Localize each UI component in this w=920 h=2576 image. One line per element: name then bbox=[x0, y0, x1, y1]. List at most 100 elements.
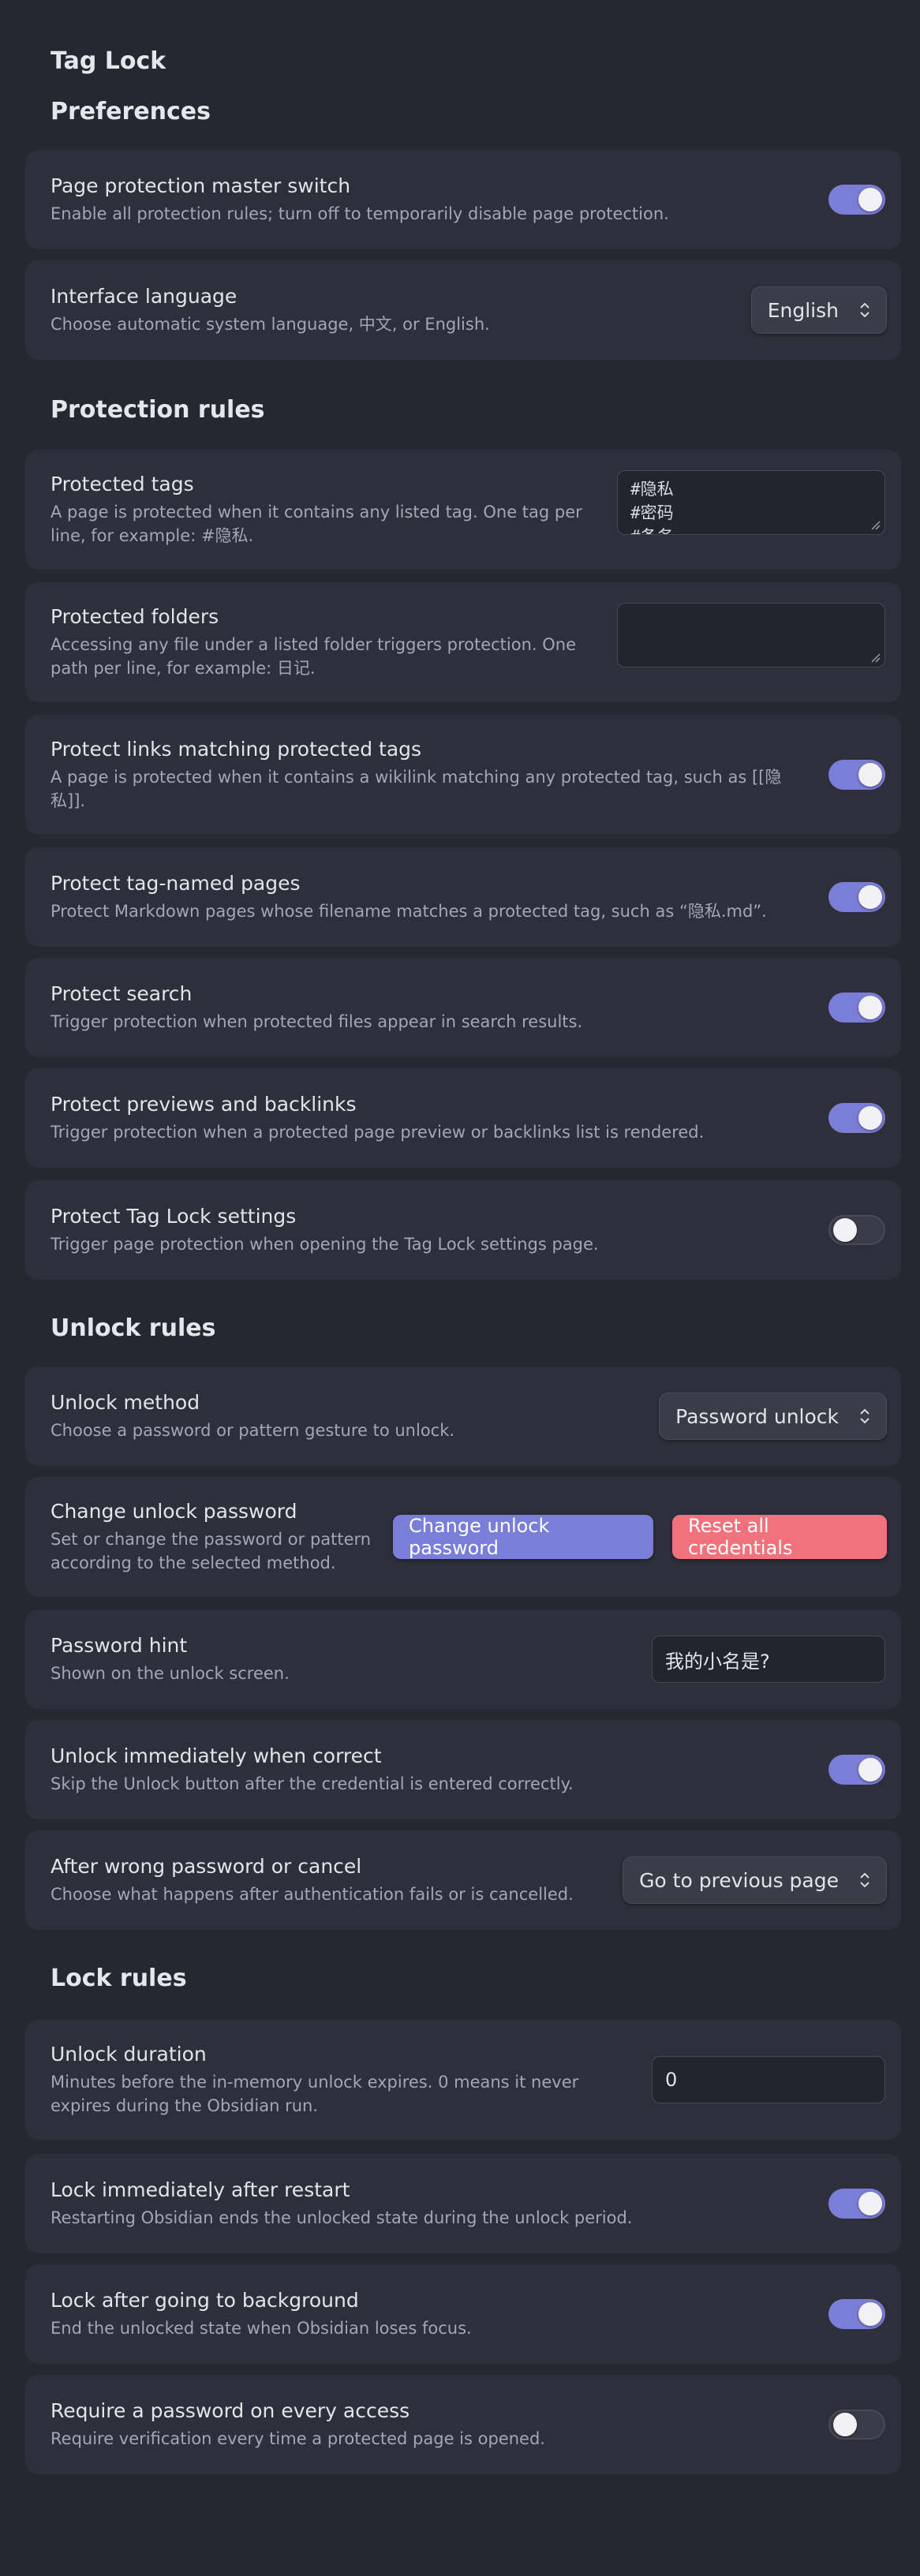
setting-description: Protect Markdown pages whose filename ma… bbox=[50, 902, 767, 921]
setting-password-hint: Password hint Shown on the unlock screen… bbox=[25, 1610, 901, 1709]
toggle-knob bbox=[833, 2413, 857, 2436]
setting-change-password: Change unlock password Set or change the… bbox=[25, 1477, 901, 1597]
section-title-lock: Lock rules bbox=[50, 1965, 187, 1992]
setting-name: Protect links matching protected tags bbox=[50, 738, 422, 761]
language-select[interactable]: English bbox=[750, 286, 887, 334]
section-title-protection: Protection rules bbox=[50, 396, 265, 424]
setting-master-switch: Page protection master switch Enable all… bbox=[25, 150, 901, 249]
setting-description: Restarting Obsidian ends the unlocked st… bbox=[50, 2208, 633, 2227]
setting-protected-folders: Protected folders Accessing any file und… bbox=[25, 582, 901, 702]
toggle-knob bbox=[858, 763, 882, 787]
resize-handle-icon[interactable] bbox=[867, 517, 881, 531]
toggle-knob bbox=[858, 996, 882, 1019]
setting-description: Choose what happens after authentication… bbox=[50, 1885, 574, 1904]
setting-description: Set or change the password or pattern ac… bbox=[50, 1530, 372, 1572]
setting-name: Protect previews and backlinks bbox=[50, 1093, 357, 1116]
setting-after-wrong-password: After wrong password or cancel Choose wh… bbox=[25, 1830, 901, 1930]
setting-description: Choose automatic system language, 中文, or… bbox=[50, 315, 490, 334]
chevron-up-down-icon bbox=[860, 1408, 870, 1424]
setting-description: A page is protected when it contains a w… bbox=[50, 768, 782, 810]
toggle-knob bbox=[858, 2302, 882, 2326]
section-title-unlock: Unlock rules bbox=[50, 1314, 216, 1342]
protect-tag-named-toggle[interactable] bbox=[828, 882, 885, 912]
setting-description: Trigger page protection when opening the… bbox=[50, 1235, 599, 1254]
setting-protect-tag-named-pages: Protect tag-named pages Protect Markdown… bbox=[25, 847, 901, 947]
unlock-method-select[interactable]: Password unlock bbox=[659, 1393, 887, 1440]
protected-folders-textarea[interactable] bbox=[617, 603, 885, 667]
setting-description: Minutes before the in-memory unlock expi… bbox=[50, 2073, 579, 2115]
resize-handle-icon[interactable] bbox=[867, 649, 881, 664]
setting-protect-previews: Protect previews and backlinks Trigger p… bbox=[25, 1068, 901, 1168]
setting-name: Require a password on every access bbox=[50, 2399, 410, 2422]
chevron-up-down-icon bbox=[860, 302, 870, 318]
toggle-knob bbox=[858, 1758, 882, 1782]
setting-interface-language: Interface language Choose automatic syst… bbox=[25, 260, 901, 360]
setting-description: Shown on the unlock screen. bbox=[50, 1664, 290, 1683]
select-value: Password unlock bbox=[675, 1404, 839, 1428]
setting-protect-links: Protect links matching protected tags A … bbox=[25, 715, 901, 835]
setting-description: Trigger protection when a protected page… bbox=[50, 1123, 705, 1142]
setting-name: Unlock duration bbox=[50, 2043, 207, 2066]
toggle-knob bbox=[858, 885, 882, 909]
setting-unlock-duration: Unlock duration Minutes before the in-me… bbox=[25, 2020, 901, 2140]
setting-name: Interface language bbox=[50, 285, 237, 308]
setting-description: A page is protected when it contains any… bbox=[50, 503, 582, 545]
change-password-button[interactable]: Change unlock password bbox=[393, 1515, 653, 1559]
setting-description: Choose a password or pattern gesture to … bbox=[50, 1421, 455, 1440]
chevron-up-down-icon bbox=[860, 1872, 870, 1888]
protect-previews-toggle[interactable] bbox=[828, 1103, 885, 1133]
after-wrong-select[interactable]: Go to previous page bbox=[623, 1856, 887, 1904]
setting-description: Require verification every time a protec… bbox=[50, 2429, 545, 2448]
setting-description: Trigger protection when protected files … bbox=[50, 1012, 583, 1031]
setting-name: Protected tags bbox=[50, 473, 194, 495]
lock-restart-toggle[interactable] bbox=[828, 2189, 885, 2219]
input-value: 0 bbox=[665, 2069, 678, 2091]
setting-name: Protect Tag Lock settings bbox=[50, 1205, 297, 1228]
toggle-knob bbox=[833, 1218, 857, 1242]
toggle-knob bbox=[858, 1106, 882, 1130]
master-switch-toggle[interactable] bbox=[828, 185, 885, 215]
unlock-immediately-toggle[interactable] bbox=[828, 1755, 885, 1785]
setting-require-every-access: Require a password on every access Requi… bbox=[25, 2375, 901, 2474]
protect-links-toggle[interactable] bbox=[828, 760, 885, 790]
setting-name: Change unlock password bbox=[50, 1500, 297, 1523]
setting-name: Lock immediately after restart bbox=[50, 2178, 350, 2201]
select-value: English bbox=[767, 298, 839, 322]
setting-name: Page protection master switch bbox=[50, 174, 351, 197]
require-every-access-toggle[interactable] bbox=[828, 2410, 885, 2440]
setting-unlock-method: Unlock method Choose a password or patte… bbox=[25, 1367, 901, 1466]
setting-description: Skip the Unlock button after the credent… bbox=[50, 1774, 574, 1793]
setting-protected-tags: Protected tags A page is protected when … bbox=[25, 450, 901, 570]
setting-name: Password hint bbox=[50, 1634, 188, 1657]
plugin-title: Tag Lock bbox=[50, 47, 166, 75]
unlock-duration-input[interactable]: 0 bbox=[652, 2056, 885, 2103]
lock-background-toggle[interactable] bbox=[828, 2299, 885, 2329]
setting-description: Enable all protection rules; turn off to… bbox=[50, 204, 669, 223]
protect-settings-toggle[interactable] bbox=[828, 1215, 885, 1245]
textarea-line: #备务 bbox=[630, 525, 872, 534]
setting-name: After wrong password or cancel bbox=[50, 1855, 362, 1878]
reset-credentials-button[interactable]: Reset all credentials bbox=[672, 1515, 887, 1559]
password-hint-input[interactable]: 我的小名是? bbox=[652, 1636, 885, 1683]
setting-name: Lock after going to background bbox=[50, 2289, 359, 2312]
section-title-preferences: Preferences bbox=[50, 98, 211, 125]
toggle-knob bbox=[858, 2192, 882, 2215]
setting-protect-tag-lock-settings: Protect Tag Lock settings Trigger page p… bbox=[25, 1180, 901, 1280]
setting-name: Protect search bbox=[50, 982, 193, 1005]
protected-tags-textarea[interactable]: #隐私 #密码 #备务 bbox=[617, 470, 885, 535]
toggle-knob bbox=[858, 188, 882, 211]
setting-name: Protect tag-named pages bbox=[50, 872, 301, 895]
settings-page: Tag Lock Preferences Page protection mas… bbox=[0, 0, 920, 2576]
setting-name: Unlock immediately when correct bbox=[50, 1744, 382, 1767]
setting-description: End the unlocked state when Obsidian los… bbox=[50, 2319, 472, 2338]
setting-name: Unlock method bbox=[50, 1391, 200, 1414]
protect-search-toggle[interactable] bbox=[828, 993, 885, 1023]
input-value: 我的小名是? bbox=[665, 1650, 770, 1673]
setting-lock-background: Lock after going to background End the u… bbox=[25, 2264, 901, 2364]
setting-description: Accessing any file under a listed folder… bbox=[50, 635, 577, 678]
select-value: Go to previous page bbox=[639, 1868, 839, 1892]
textarea-line: #隐私 bbox=[630, 480, 674, 499]
textarea-line: #密码 bbox=[630, 503, 674, 522]
setting-unlock-immediately: Unlock immediately when correct Skip the… bbox=[25, 1720, 901, 1819]
setting-name: Protected folders bbox=[50, 605, 219, 628]
